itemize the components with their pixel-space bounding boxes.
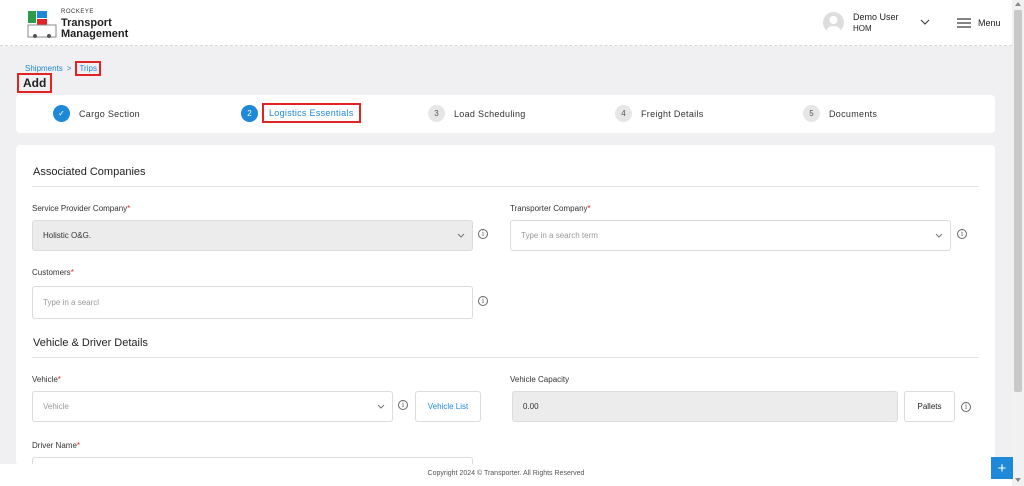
- service-provider-value: Holistic O&G.: [43, 231, 92, 240]
- step-label: Cargo Section: [79, 108, 140, 119]
- avatar[interactable]: [823, 12, 844, 33]
- section-title-vehicle-driver: Vehicle & Driver Details: [33, 337, 148, 349]
- scroll-up-arrow-icon[interactable]: [1015, 2, 1021, 6]
- user-avatar-icon: [826, 16, 841, 33]
- vehicle-placeholder: Vehicle: [43, 402, 69, 411]
- info-icon[interactable]: i: [961, 402, 971, 412]
- customers-label: Customers*: [32, 268, 74, 277]
- section-title-associated-companies: Associated Companies: [33, 166, 146, 178]
- step-documents[interactable]: 5 Documents: [803, 105, 877, 122]
- check-icon: ✓: [53, 105, 70, 122]
- page-title: Add: [17, 73, 53, 93]
- step-number: 5: [803, 105, 820, 122]
- chevron-down-icon: [935, 233, 943, 238]
- step-number: 4: [615, 105, 632, 122]
- breadcrumb-shipments[interactable]: Shipments: [25, 64, 63, 73]
- vehicle-label: Vehicle*: [32, 375, 61, 384]
- step-freight-details[interactable]: 4 Freight Details: [615, 105, 704, 122]
- vehicle-capacity-input[interactable]: 0.00: [512, 391, 898, 422]
- scroll-down-arrow-icon[interactable]: [1015, 478, 1021, 482]
- step-load-scheduling[interactable]: 3 Load Scheduling: [428, 105, 526, 122]
- info-icon[interactable]: i: [478, 296, 488, 306]
- add-fab-button[interactable]: +: [991, 457, 1013, 479]
- chevron-down-icon: [377, 404, 385, 409]
- info-icon[interactable]: i: [957, 229, 967, 239]
- footer: Copyright 2024 © Transporter. All Rights…: [0, 464, 1012, 486]
- step-label: Documents: [829, 108, 878, 119]
- scrollbar-thumb[interactable]: [1014, 10, 1022, 392]
- transporter-placeholder: Type in a search term: [521, 231, 598, 240]
- vehicle-list-button[interactable]: Vehicle List: [415, 391, 481, 422]
- service-provider-select[interactable]: Holistic O&G.: [32, 220, 473, 251]
- customers-placeholder: Type in a searcl: [43, 298, 100, 307]
- section-divider: [32, 186, 979, 187]
- driver-name-label: Driver Name*: [32, 441, 81, 450]
- pallets-button[interactable]: Pallets: [904, 391, 955, 422]
- info-icon[interactable]: i: [478, 229, 488, 239]
- brand-tagline: ROCKEYE: [61, 9, 94, 15]
- vehicle-capacity-value: 0.00: [523, 402, 539, 411]
- step-label: Logistics Essentials: [262, 103, 361, 123]
- customers-search-input[interactable]: Type in a searcl: [32, 286, 473, 319]
- transporter-search-input[interactable]: Type in a search term: [510, 220, 951, 251]
- vehicle-select[interactable]: Vehicle: [32, 391, 393, 422]
- breadcrumb-separator: >: [66, 64, 72, 73]
- user-name: Demo User: [853, 12, 899, 22]
- hamburger-icon: [957, 18, 971, 28]
- stepper: ✓ Cargo Section 2 Logistics Essentials 3…: [16, 95, 995, 133]
- step-label: Freight Details: [641, 108, 704, 119]
- menu-label: Menu: [978, 18, 1001, 28]
- chevron-down-icon: [457, 233, 465, 238]
- app-header: ROCKEYE Transport Management Demo User H…: [0, 0, 1012, 46]
- vehicle-capacity-label: Vehicle Capacity: [510, 375, 570, 384]
- step-cargo-section[interactable]: ✓ Cargo Section: [53, 105, 140, 122]
- step-number: 2: [241, 104, 258, 122]
- brand-name-line2: Management: [61, 28, 129, 40]
- breadcrumb-trips[interactable]: Trips: [75, 61, 101, 76]
- step-number: 3: [428, 105, 445, 122]
- user-menu-chevron-icon[interactable]: [920, 18, 930, 26]
- step-logistics-essentials[interactable]: 2 Logistics Essentials: [241, 103, 361, 123]
- user-role: HOM: [853, 24, 872, 33]
- section-divider: [32, 357, 979, 358]
- transporter-label: Transporter Company*: [510, 204, 591, 213]
- service-provider-label: Service Provider Company*: [32, 204, 131, 213]
- menu-button[interactable]: Menu: [957, 16, 1001, 30]
- logo-icon: [27, 11, 57, 38]
- step-label: Load Scheduling: [454, 108, 526, 119]
- info-icon[interactable]: i: [398, 400, 408, 410]
